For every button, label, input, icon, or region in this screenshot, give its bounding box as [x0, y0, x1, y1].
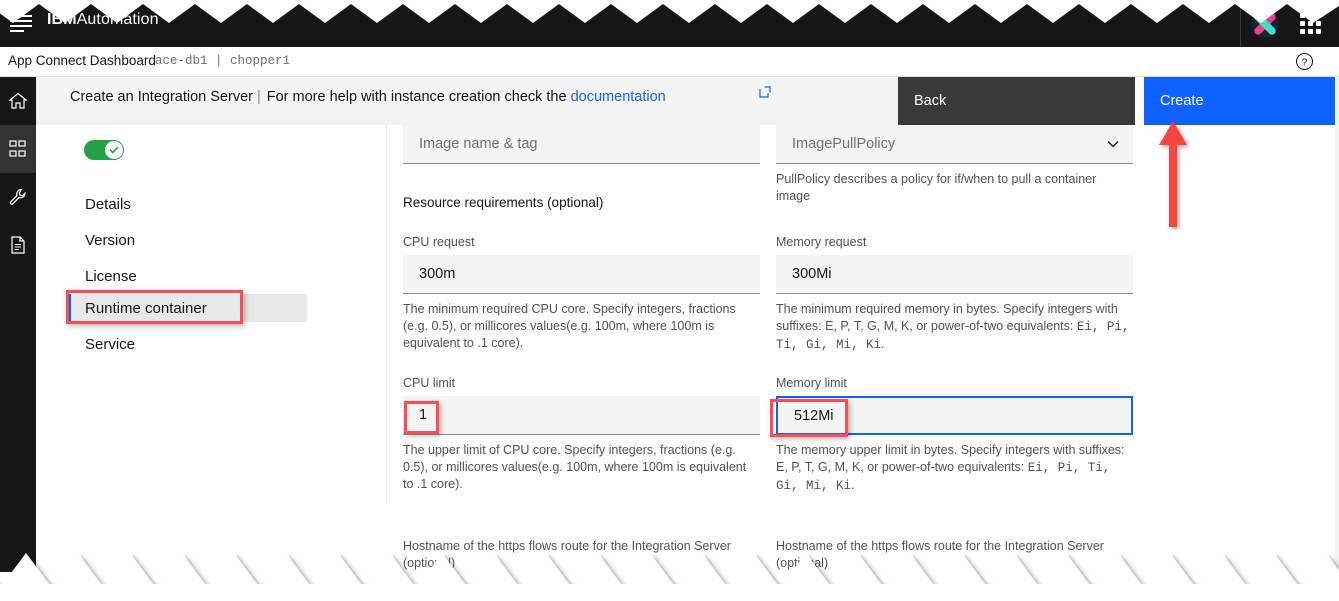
svg-text:?: ?: [1302, 57, 1308, 68]
image-pull-policy-select[interactable]: [776, 125, 1133, 164]
brand-title: IBMAutomation: [47, 11, 159, 29]
help-circle-icon[interactable]: ?: [1295, 52, 1314, 71]
form-divider: [386, 125, 387, 503]
sidebar-item-label: Version: [85, 231, 136, 249]
page-action-bar: Create an Integration Server | For more he…: [0, 77, 1339, 125]
nodes-icon: [9, 140, 26, 157]
breadcrumb-bar: App Connect Dashboard ace-db1 | chopper1…: [0, 47, 1339, 77]
create-button[interactable]: Create: [1144, 77, 1339, 125]
image-name-input[interactable]: [403, 125, 760, 164]
memory-request-field-group: Memory request The minimum required memo…: [776, 235, 1133, 354]
memory-limit-input[interactable]: [776, 396, 1133, 435]
cpu-limit-label: CPU limit: [403, 376, 456, 390]
pull-policy-field-group: PullPolicy describes a policy for if/whe…: [776, 125, 1133, 205]
wrench-icon: [9, 188, 26, 205]
ibm-automation-logo-icon[interactable]: [1248, 7, 1282, 41]
breadcrumb-product[interactable]: App Connect Dashboard: [8, 53, 156, 68]
memory-limit-helper: The memory upper limit in bytes. Specify…: [776, 442, 1133, 495]
sidebar-item-service[interactable]: Service: [68, 330, 275, 358]
sidebar-item-label: License: [85, 267, 137, 285]
memory-limit-field-group: Memory limit The memory upper limit in b…: [776, 376, 1133, 495]
header-divider: [1240, 0, 1241, 47]
title-separator: |: [256, 89, 261, 105]
cpu-limit-helper: The upper limit of CPU core. Specify int…: [403, 443, 747, 491]
breadcrumb-path[interactable]: ace-db1 | chopper1: [155, 54, 290, 68]
rail-item-home[interactable]: [0, 77, 36, 125]
hostname-helper-right: Hostname of the https flows route for th…: [776, 539, 1104, 570]
toggle-knob: [105, 141, 123, 159]
enabled-toggle[interactable]: [84, 140, 124, 160]
memory-request-helper-b: .: [881, 337, 885, 351]
app-header: IBMAutomation: [0, 0, 1339, 47]
cpu-request-helper: The minimum required CPU core. Specify i…: [403, 302, 736, 350]
cpu-request-label: CPU request: [403, 235, 475, 249]
rail-item-tools[interactable]: [0, 173, 36, 221]
sidebar-item-label: Runtime container: [85, 299, 207, 317]
rail-item-documents[interactable]: [0, 221, 36, 269]
home-icon: [8, 92, 28, 109]
left-nav-rail: [0, 77, 36, 572]
sidebar-item-details[interactable]: Details: [68, 190, 275, 218]
brand-bold: IBM: [47, 11, 77, 28]
memory-request-input[interactable]: [776, 255, 1133, 294]
hostname-helper-left: Hostname of the https flows route for th…: [403, 539, 731, 570]
sidebar-item-license[interactable]: License: [68, 262, 275, 290]
page-title: Create an Integration Server: [70, 89, 253, 105]
sidebar-item-runtime-container[interactable]: Runtime container: [68, 294, 307, 322]
back-button[interactable]: Back: [898, 77, 1135, 125]
hamburger-menu-icon[interactable]: [10, 12, 32, 32]
memory-request-helper: The minimum required memory in bytes. Sp…: [776, 301, 1133, 354]
cpu-limit-field-group: CPU limit The upper limit of CPU core. S…: [403, 376, 760, 493]
memory-request-helper-a: The minimum required memory in bytes. Sp…: [776, 302, 1118, 333]
sidebar-item-label: Details: [85, 195, 131, 213]
note-text: For more help with instance creation che…: [266, 89, 567, 105]
documentation-link[interactable]: documentation: [571, 89, 666, 105]
document-icon: [11, 236, 25, 254]
rail-item-nodes[interactable]: [0, 125, 36, 173]
runtime-container-form: Resource requirements (optional) CPU req…: [386, 125, 1339, 572]
app-switcher-icon[interactable]: [1300, 13, 1321, 34]
memory-limit-label: Memory limit: [776, 376, 847, 390]
memory-request-label: Memory request: [776, 235, 867, 249]
wizard-step-nav: Details Version License Runtime containe…: [36, 125, 386, 572]
cpu-request-field-group: CPU request The minimum required CPU cor…: [403, 235, 760, 352]
cpu-limit-input[interactable]: [403, 396, 760, 435]
page-header-note: Create an Integration Server | For more he…: [36, 77, 898, 125]
external-link-icon[interactable]: [759, 85, 771, 98]
brand-light: Automation: [76, 11, 159, 28]
pull-policy-helper: PullPolicy describes a policy for if/whe…: [776, 172, 1097, 203]
scrollbar-gutter[interactable]: [1335, 77, 1339, 572]
resource-requirements-heading: Resource requirements (optional): [403, 195, 604, 210]
memory-limit-helper-b: .: [851, 478, 855, 492]
image-name-field-group: [403, 125, 760, 164]
cpu-request-input[interactable]: [403, 255, 760, 294]
page-title-and-note: Create an Integration Server | For more he…: [70, 89, 666, 105]
checkmark-icon: [109, 146, 119, 154]
sidebar-item-label: Service: [85, 335, 136, 353]
sidebar-item-version[interactable]: Version: [68, 226, 275, 254]
